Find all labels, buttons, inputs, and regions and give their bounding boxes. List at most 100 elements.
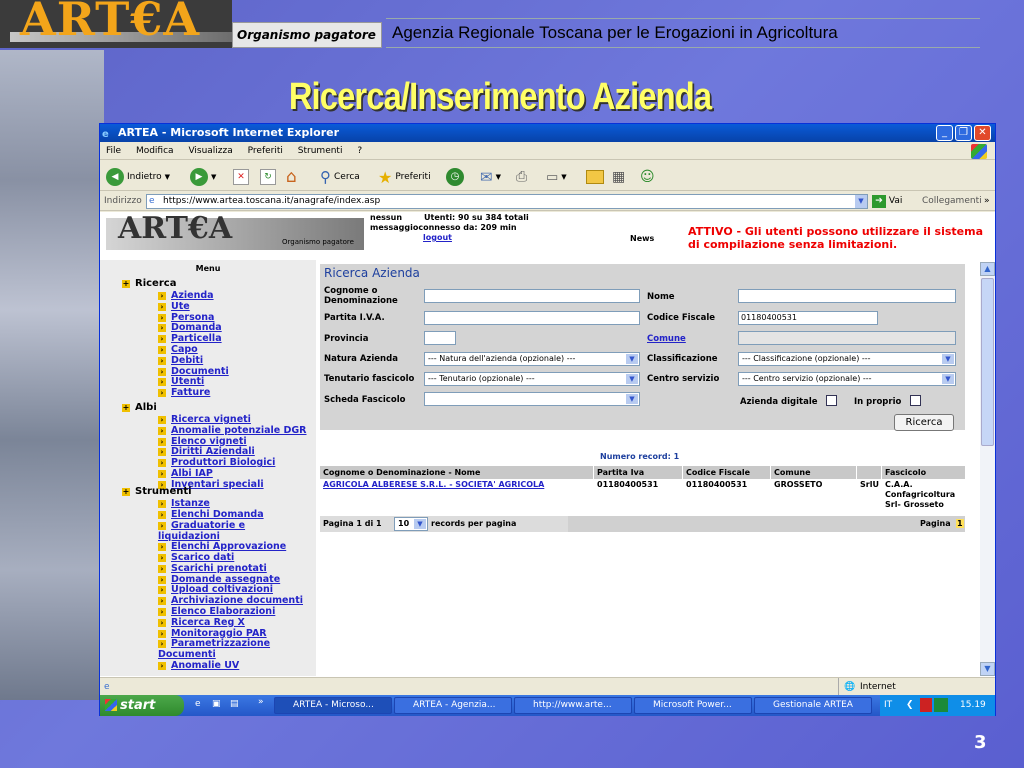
- edit-button[interactable]: ▭ ▼: [546, 167, 567, 187]
- result-name-link[interactable]: AGRICOLA ALBERESE S.R.L. - SOCIETA' AGRI…: [320, 480, 594, 490]
- menu-modifica[interactable]: Modifica: [130, 146, 180, 156]
- search-button[interactable]: ⚲ Cerca: [320, 167, 360, 187]
- menu-item-albi-0[interactable]: › Ricerca vigneti: [158, 414, 308, 425]
- address-input[interactable]: e https://www.artea.toscana.it/anagrafe/…: [146, 194, 868, 209]
- task-gestionale[interactable]: Gestionale ARTEA: [754, 697, 872, 714]
- task-artea-1[interactable]: ARTEA - Microso...: [274, 697, 392, 714]
- scheda-select[interactable]: ▼: [424, 392, 640, 406]
- task-powerpoint[interactable]: Microsoft Power...: [634, 697, 752, 714]
- menu-item-albi-1[interactable]: › Anomalie potenziale DGR: [158, 425, 308, 436]
- codice-fiscale-input[interactable]: 01180400531: [738, 311, 878, 325]
- menu-item-strumenti-6[interactable]: › Domande assegnate: [158, 574, 308, 585]
- folder-button[interactable]: [586, 167, 604, 187]
- quicklaunch-desktop-icon[interactable]: ▣: [212, 699, 221, 709]
- menu-item-ricerca-1[interactable]: › Ute: [158, 301, 308, 312]
- in-proprio-checkbox[interactable]: [910, 395, 921, 406]
- print-button[interactable]: ⎙: [516, 167, 527, 187]
- per-page-select[interactable]: 10 ▼: [394, 517, 428, 531]
- classificazione-select[interactable]: --- Classificazione (opzionale) --- ▼: [738, 352, 956, 366]
- menu-item-albi-2[interactable]: › Elenco vigneti: [158, 436, 308, 447]
- scroll-down-icon[interactable]: ▼: [980, 662, 995, 676]
- menu-item-ricerca-3[interactable]: › Domanda: [158, 322, 308, 333]
- menu-item-strumenti-1[interactable]: › Elenchi Domanda: [158, 509, 308, 520]
- menu-item-strumenti-3[interactable]: › Elenchi Approvazione: [158, 541, 308, 552]
- tray-network-icon[interactable]: [934, 698, 948, 712]
- menu-item-albi-3[interactable]: › Diritti Aziendali: [158, 446, 308, 457]
- nome-input[interactable]: [738, 289, 956, 303]
- menu-file[interactable]: File: [100, 146, 127, 156]
- window-titlebar[interactable]: e ARTEA - Microsoft Internet Explorer: [100, 124, 995, 142]
- menu-item-strumenti-4[interactable]: › Scarico dati: [158, 552, 308, 563]
- menu-item-ricerca-8[interactable]: › Utenti: [158, 376, 308, 387]
- current-page[interactable]: 1: [956, 519, 964, 528]
- quicklaunch-ie-icon[interactable]: e: [195, 699, 201, 709]
- history-button[interactable]: ◷: [446, 167, 464, 187]
- menu-item-strumenti-13[interactable]: › Anomalie UV: [158, 660, 308, 671]
- go-button[interactable]: ➔ Vai: [872, 194, 912, 209]
- logout-link[interactable]: logout: [423, 233, 452, 242]
- links-chevron-icon[interactable]: »: [984, 192, 990, 211]
- address-dropdown-icon[interactable]: ▼: [855, 195, 867, 208]
- menu-item-strumenti-8[interactable]: › Archiviazione documenti: [158, 595, 308, 606]
- tray-antivirus-icon[interactable]: [920, 698, 932, 712]
- minimize-button[interactable]: _: [936, 125, 953, 141]
- comune-input[interactable]: [738, 331, 956, 345]
- links-label[interactable]: Collegamenti: [922, 192, 982, 211]
- menu-category-albi[interactable]: + Albi: [122, 402, 157, 413]
- task-http[interactable]: http://www.arte...: [514, 697, 632, 714]
- cognome-input[interactable]: [424, 289, 640, 303]
- mail-button[interactable]: ✉ ▼: [480, 167, 501, 187]
- menu-strumenti[interactable]: Strumenti: [292, 146, 349, 156]
- menu-category-ricerca[interactable]: + Ricerca: [122, 278, 176, 289]
- menu-item-strumenti-2[interactable]: › Graduatorie e liquidazioni: [158, 520, 308, 542]
- research-button[interactable]: ▦: [612, 167, 625, 187]
- close-button[interactable]: ✕: [974, 125, 991, 141]
- restore-button[interactable]: ❐: [955, 125, 972, 141]
- refresh-button[interactable]: ↻: [260, 167, 276, 187]
- menu-item-ricerca-2[interactable]: › Persona: [158, 312, 308, 323]
- menu-item-ricerca-9[interactable]: › Fatture: [158, 387, 308, 398]
- menu-item-ricerca-0[interactable]: › Azienda: [158, 290, 308, 301]
- menu-item-albi-4[interactable]: › Produttori Biologici: [158, 457, 308, 468]
- menu-item-strumenti-11[interactable]: › Monitoraggio PAR: [158, 628, 308, 639]
- menu-category-strumenti[interactable]: + Strumenti: [122, 486, 192, 497]
- azienda-digitale-checkbox[interactable]: [826, 395, 837, 406]
- scroll-thumb[interactable]: [981, 278, 994, 446]
- menu-item-strumenti-10[interactable]: › Ricerca Reg X: [158, 617, 308, 628]
- menu-item-ricerca-7[interactable]: › Documenti: [158, 366, 308, 377]
- news-link[interactable]: News: [630, 234, 654, 243]
- menu-item-albi-5[interactable]: › Albi IAP: [158, 468, 308, 479]
- menu-item-strumenti-5[interactable]: › Scarichi prenotati: [158, 563, 308, 574]
- provincia-input[interactable]: [424, 331, 456, 345]
- menu-item-ricerca-6[interactable]: › Debiti: [158, 355, 308, 366]
- menu-item-strumenti-0[interactable]: › Istanze: [158, 498, 308, 509]
- page-scrollbar[interactable]: ▲ ▼: [980, 262, 995, 676]
- tenutario-select[interactable]: --- Tenutario (opzionale) --- ▼: [424, 372, 640, 386]
- menu-item-ricerca-4[interactable]: › Particella: [158, 333, 308, 344]
- menu-help[interactable]: ?: [351, 146, 368, 156]
- centro-servizio-select[interactable]: --- Centro servizio (opzionale) --- ▼: [738, 372, 956, 386]
- back-button[interactable]: ◀ Indietro ▼: [106, 167, 170, 187]
- menu-item-strumenti-12[interactable]: › Parametrizzazione Documenti: [158, 638, 308, 660]
- home-button[interactable]: ⌂: [286, 167, 297, 187]
- forward-button[interactable]: ▶ ▼: [190, 167, 216, 187]
- menu-item-ricerca-5[interactable]: › Capo: [158, 344, 308, 355]
- quicklaunch-app-icon[interactable]: ▤: [230, 699, 239, 709]
- quicklaunch-chevron-icon[interactable]: »: [258, 697, 264, 707]
- menu-item-strumenti-9[interactable]: › Elenco Elaborazioni: [158, 606, 308, 617]
- messenger-button[interactable]: ☺: [640, 167, 655, 187]
- tray-expand-icon[interactable]: ❮: [906, 695, 914, 716]
- menu-visualizza[interactable]: Visualizza: [182, 146, 238, 156]
- menu-preferiti[interactable]: Preferiti: [242, 146, 289, 156]
- favorites-button[interactable]: ★ Preferiti: [378, 167, 431, 187]
- language-indicator[interactable]: IT: [884, 695, 892, 716]
- comune-link[interactable]: Comune: [647, 334, 686, 344]
- scroll-up-icon[interactable]: ▲: [980, 262, 995, 276]
- stop-button[interactable]: ✕: [233, 167, 249, 187]
- natura-select[interactable]: --- Natura dell'azienda (opzionale) --- ▼: [424, 352, 640, 366]
- task-artea-2[interactable]: ARTEA - Agenzia...: [394, 697, 512, 714]
- ricerca-button[interactable]: Ricerca: [894, 414, 954, 431]
- menu-item-strumenti-7[interactable]: › Upload coltivazioni: [158, 584, 308, 595]
- start-button[interactable]: start: [100, 695, 184, 716]
- piva-input[interactable]: [424, 311, 640, 325]
